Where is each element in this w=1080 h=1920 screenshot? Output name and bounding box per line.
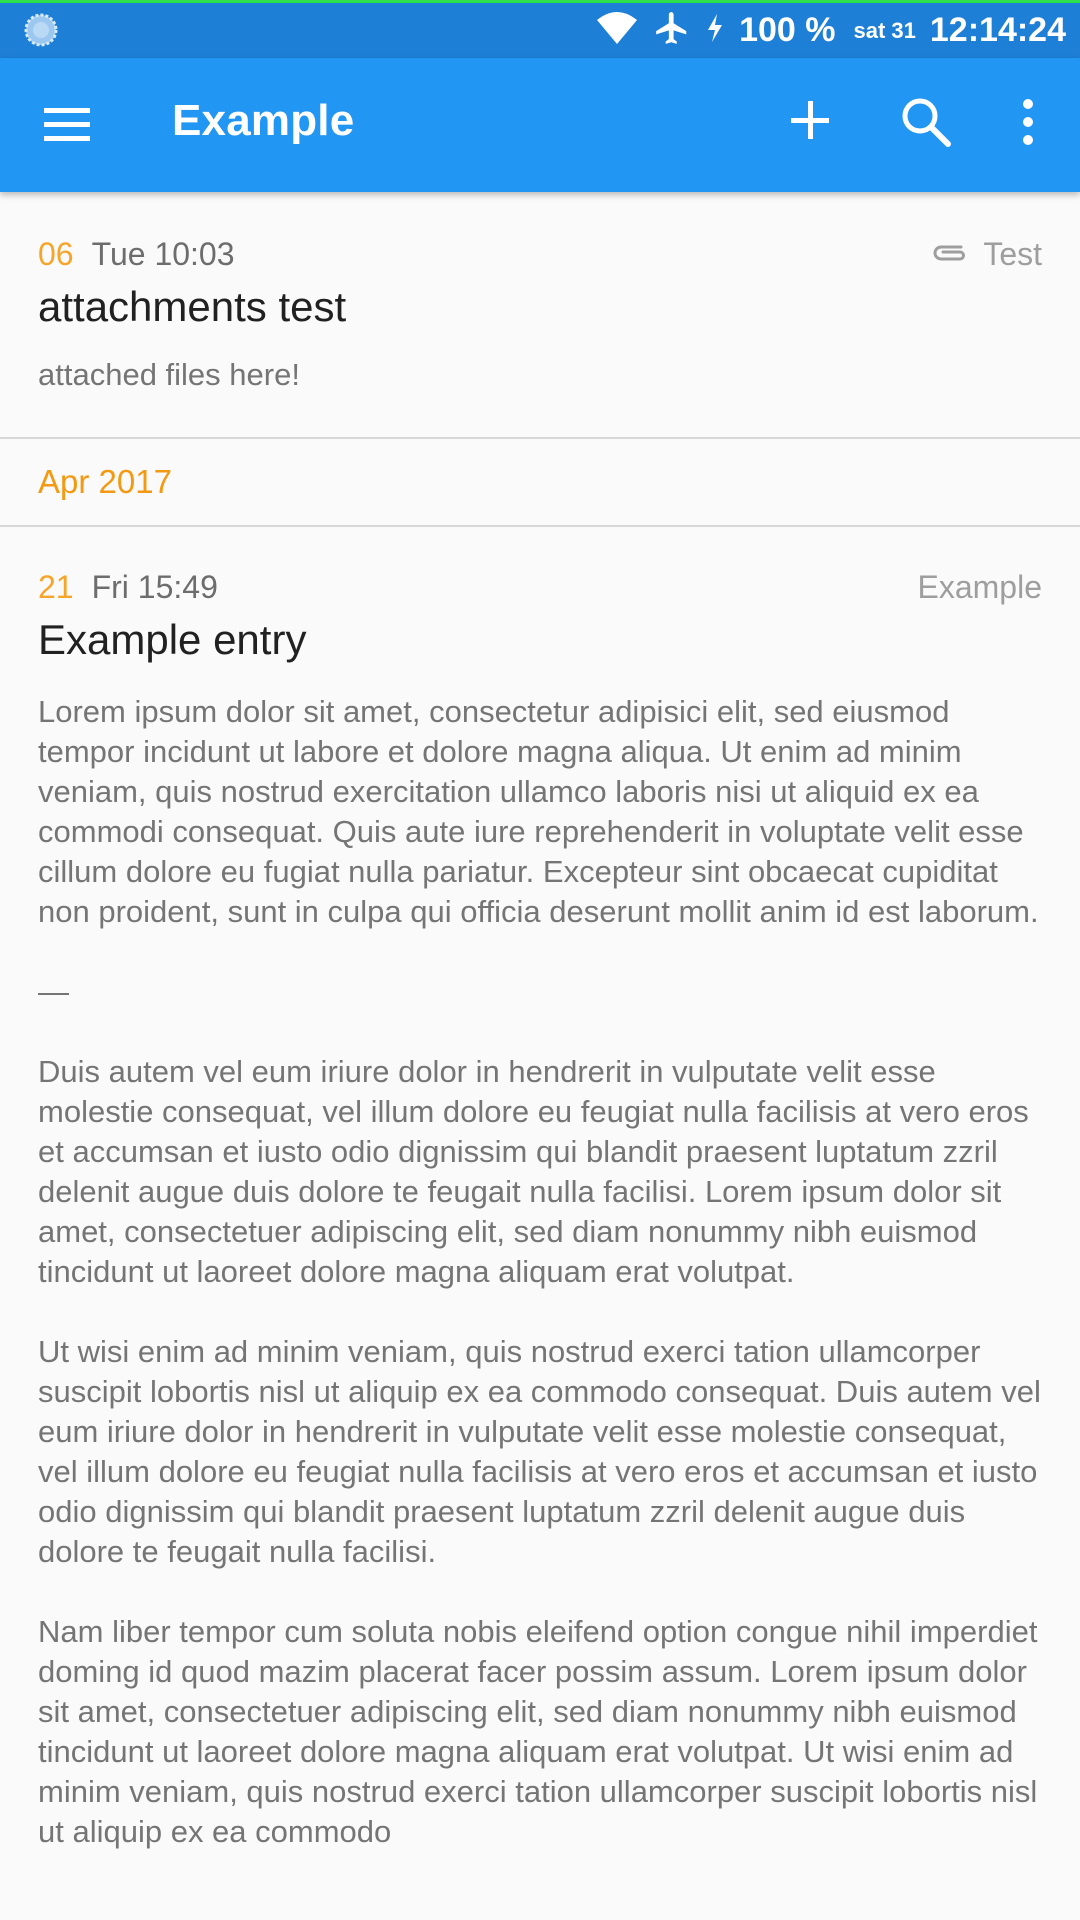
app-bar: Example: [0, 58, 1080, 192]
entry-time: Tue 10:03: [91, 236, 235, 272]
entry-body: Lorem ipsum dolor sit amet, consectetur …: [38, 692, 1042, 1852]
menu-icon[interactable]: [34, 98, 98, 152]
entry-time: Fri 15:49: [91, 569, 218, 605]
wifi-icon: [595, 10, 639, 51]
airplane-mode-icon: [653, 9, 691, 52]
list-item[interactable]: 06 Tue 10:03 Test attachments test attac…: [0, 192, 1080, 437]
search-icon[interactable]: [896, 92, 956, 152]
status-date: sat 31: [853, 17, 916, 43]
sync-icon: [24, 13, 58, 52]
entry-list[interactable]: 06 Tue 10:03 Test attachments test attac…: [0, 192, 1080, 1920]
entry-tag-label: Test: [983, 236, 1042, 272]
more-vert-icon[interactable]: [1006, 92, 1050, 152]
status-bar: 100 % sat 31 12:14:24: [0, 0, 1080, 58]
entry-body: attached files here!: [38, 357, 300, 392]
entry-title: Example entry: [38, 616, 307, 663]
entry-paragraph: Lorem ipsum dolor sit amet, consectetur …: [38, 694, 1039, 929]
entry-separator: —: [38, 974, 69, 1009]
entry-day: 06: [38, 236, 74, 272]
battery-level: 100 %: [739, 11, 836, 49]
attachment-icon: [931, 236, 969, 273]
status-time: 12:14:24: [929, 11, 1066, 49]
entry-meta: 06 Tue 10:03 Test: [38, 236, 1042, 273]
charging-icon: [705, 13, 725, 48]
month-header: Apr 2017: [38, 463, 172, 500]
entry-title: attachments test: [38, 283, 347, 330]
add-icon[interactable]: [782, 92, 838, 148]
entry-paragraph: Duis autem vel eum iriure dolor in hendr…: [38, 1054, 1029, 1289]
app-title: Example: [172, 96, 355, 145]
entry-tag-label: Example: [917, 569, 1043, 605]
entry-tag: Test: [931, 236, 1042, 273]
entry-tag: Example: [918, 569, 1043, 606]
list-item[interactable]: 21 Fri 15:49 Example Example entry Lorem…: [0, 527, 1080, 1852]
entry-paragraph: Ut wisi enim ad minim veniam, quis nostr…: [38, 1334, 1041, 1569]
entry-paragraph: Nam liber tempor cum soluta nobis eleife…: [38, 1614, 1038, 1849]
entry-meta: 21 Fri 15:49 Example: [38, 569, 1042, 606]
entry-day: 21: [38, 569, 74, 605]
